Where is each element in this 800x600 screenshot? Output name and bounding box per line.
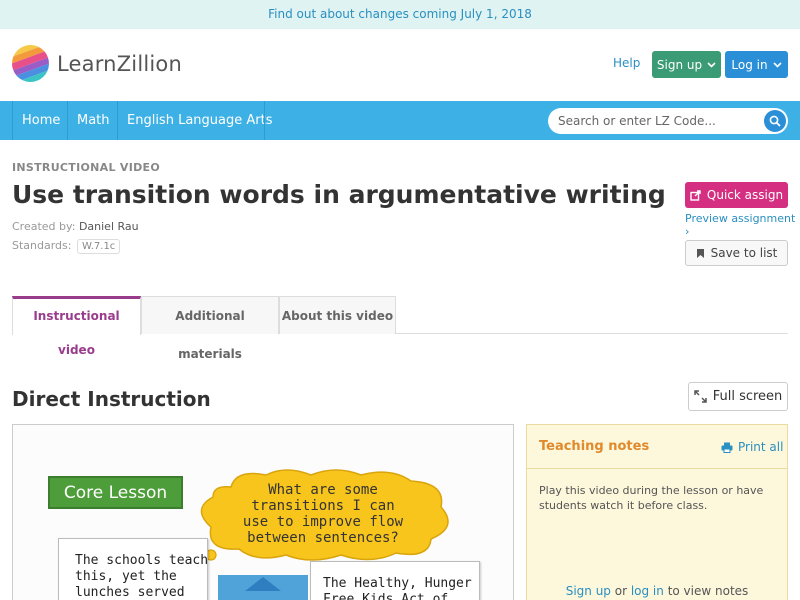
teaching-notes-footer: Sign up or log in to view notes — [527, 584, 787, 598]
main-nav: Home Math English Language Arts Search o… — [0, 101, 800, 140]
search-input[interactable]: Search or enter LZ Code... — [548, 108, 788, 134]
fullscreen-button[interactable]: Full screen — [688, 382, 788, 411]
banner-link[interactable]: Find out about changes coming July 1, 20… — [268, 7, 532, 21]
printer-icon — [721, 442, 733, 453]
notes-or-text: or — [610, 584, 631, 598]
save-to-list-label: Save to list — [710, 246, 778, 260]
nav-divider — [264, 101, 265, 140]
nav-item-ela[interactable]: English Language Arts — [117, 101, 282, 140]
standards-label: Standards: — [12, 239, 72, 252]
note-card-text: The schools teach this, yet the lunches … — [75, 553, 209, 600]
content-type-label: INSTRUCTIONAL VIDEO — [12, 161, 161, 174]
chevron-down-icon — [773, 61, 782, 68]
login-button[interactable]: Log in — [725, 51, 788, 78]
logo[interactable]: LearnZillion — [6, 39, 182, 88]
standard-badge[interactable]: W.7.1c — [76, 239, 121, 254]
notes-signup-link[interactable]: Sign up — [566, 584, 611, 598]
search-icon — [769, 115, 781, 127]
teaching-notes-header: Teaching notes Print all — [527, 425, 787, 469]
search-placeholder: Search or enter LZ Code... — [558, 114, 716, 128]
standards-row: Standards: W.7.1c — [12, 239, 121, 254]
login-label: Log in — [731, 57, 768, 72]
bookmark-icon — [696, 248, 704, 258]
section-title: Direct Instruction — [12, 387, 211, 411]
nav-item-home[interactable]: Home — [12, 101, 70, 140]
tab-additional-materials[interactable]: Additional materials — [141, 296, 279, 361]
quick-assign-label: Quick assign — [706, 188, 784, 202]
teaching-notes-panel: Teaching notes Print all Play this video… — [526, 424, 788, 600]
arrow-up-icon — [245, 577, 281, 591]
print-all-label: Print all — [738, 440, 784, 454]
save-to-list-button[interactable]: Save to list — [685, 240, 788, 266]
announcement-banner[interactable]: Find out about changes coming July 1, 20… — [0, 0, 800, 29]
search-button[interactable] — [764, 110, 786, 132]
external-link-icon — [690, 189, 701, 201]
print-all-link[interactable]: Print all — [721, 440, 783, 454]
preview-assignment-link[interactable]: Preview assignment › — [685, 212, 800, 238]
nav-item-math[interactable]: Math — [67, 101, 120, 140]
tab-instructional-video[interactable]: Instructional video — [12, 296, 141, 357]
created-by-label: Created by: — [12, 220, 76, 233]
logo-text: LearnZillion — [57, 51, 182, 76]
tab-about-this-video[interactable]: About this video — [279, 296, 396, 334]
core-lesson-label: Core Lesson — [48, 476, 183, 509]
page-title: Use transition words in argumentative wr… — [12, 180, 666, 209]
video-player[interactable]: Core Lesson What are some transitions I … — [12, 424, 514, 600]
signup-button[interactable]: Sign up — [652, 51, 721, 78]
help-link[interactable]: Help — [613, 56, 640, 70]
chevron-down-icon — [707, 61, 716, 68]
teaching-notes-title: Teaching notes — [539, 439, 650, 454]
site-header: LearnZillion Help Sign up Log in — [0, 29, 800, 101]
expand-icon — [693, 390, 707, 403]
author-link[interactable]: Daniel Rau — [79, 220, 139, 233]
notes-login-link[interactable]: log in — [631, 584, 664, 598]
quick-assign-button[interactable]: Quick assign — [685, 182, 788, 208]
teaching-notes-body: Play this video during the lesson or hav… — [539, 484, 764, 512]
created-by-row: Created by: Daniel Rau — [12, 220, 139, 233]
notes-footer-text: to view notes — [663, 584, 749, 598]
logo-icon — [6, 39, 55, 88]
thought-bubble-text: What are some transitions I can use to i… — [242, 482, 404, 546]
tab-bar: Instructional video Additional materials… — [12, 296, 788, 361]
note-card-text: The Healthy, Hunger Free Kids Act of 201… — [323, 576, 472, 600]
signup-label: Sign up — [656, 57, 703, 72]
fullscreen-label: Full screen — [712, 389, 783, 404]
